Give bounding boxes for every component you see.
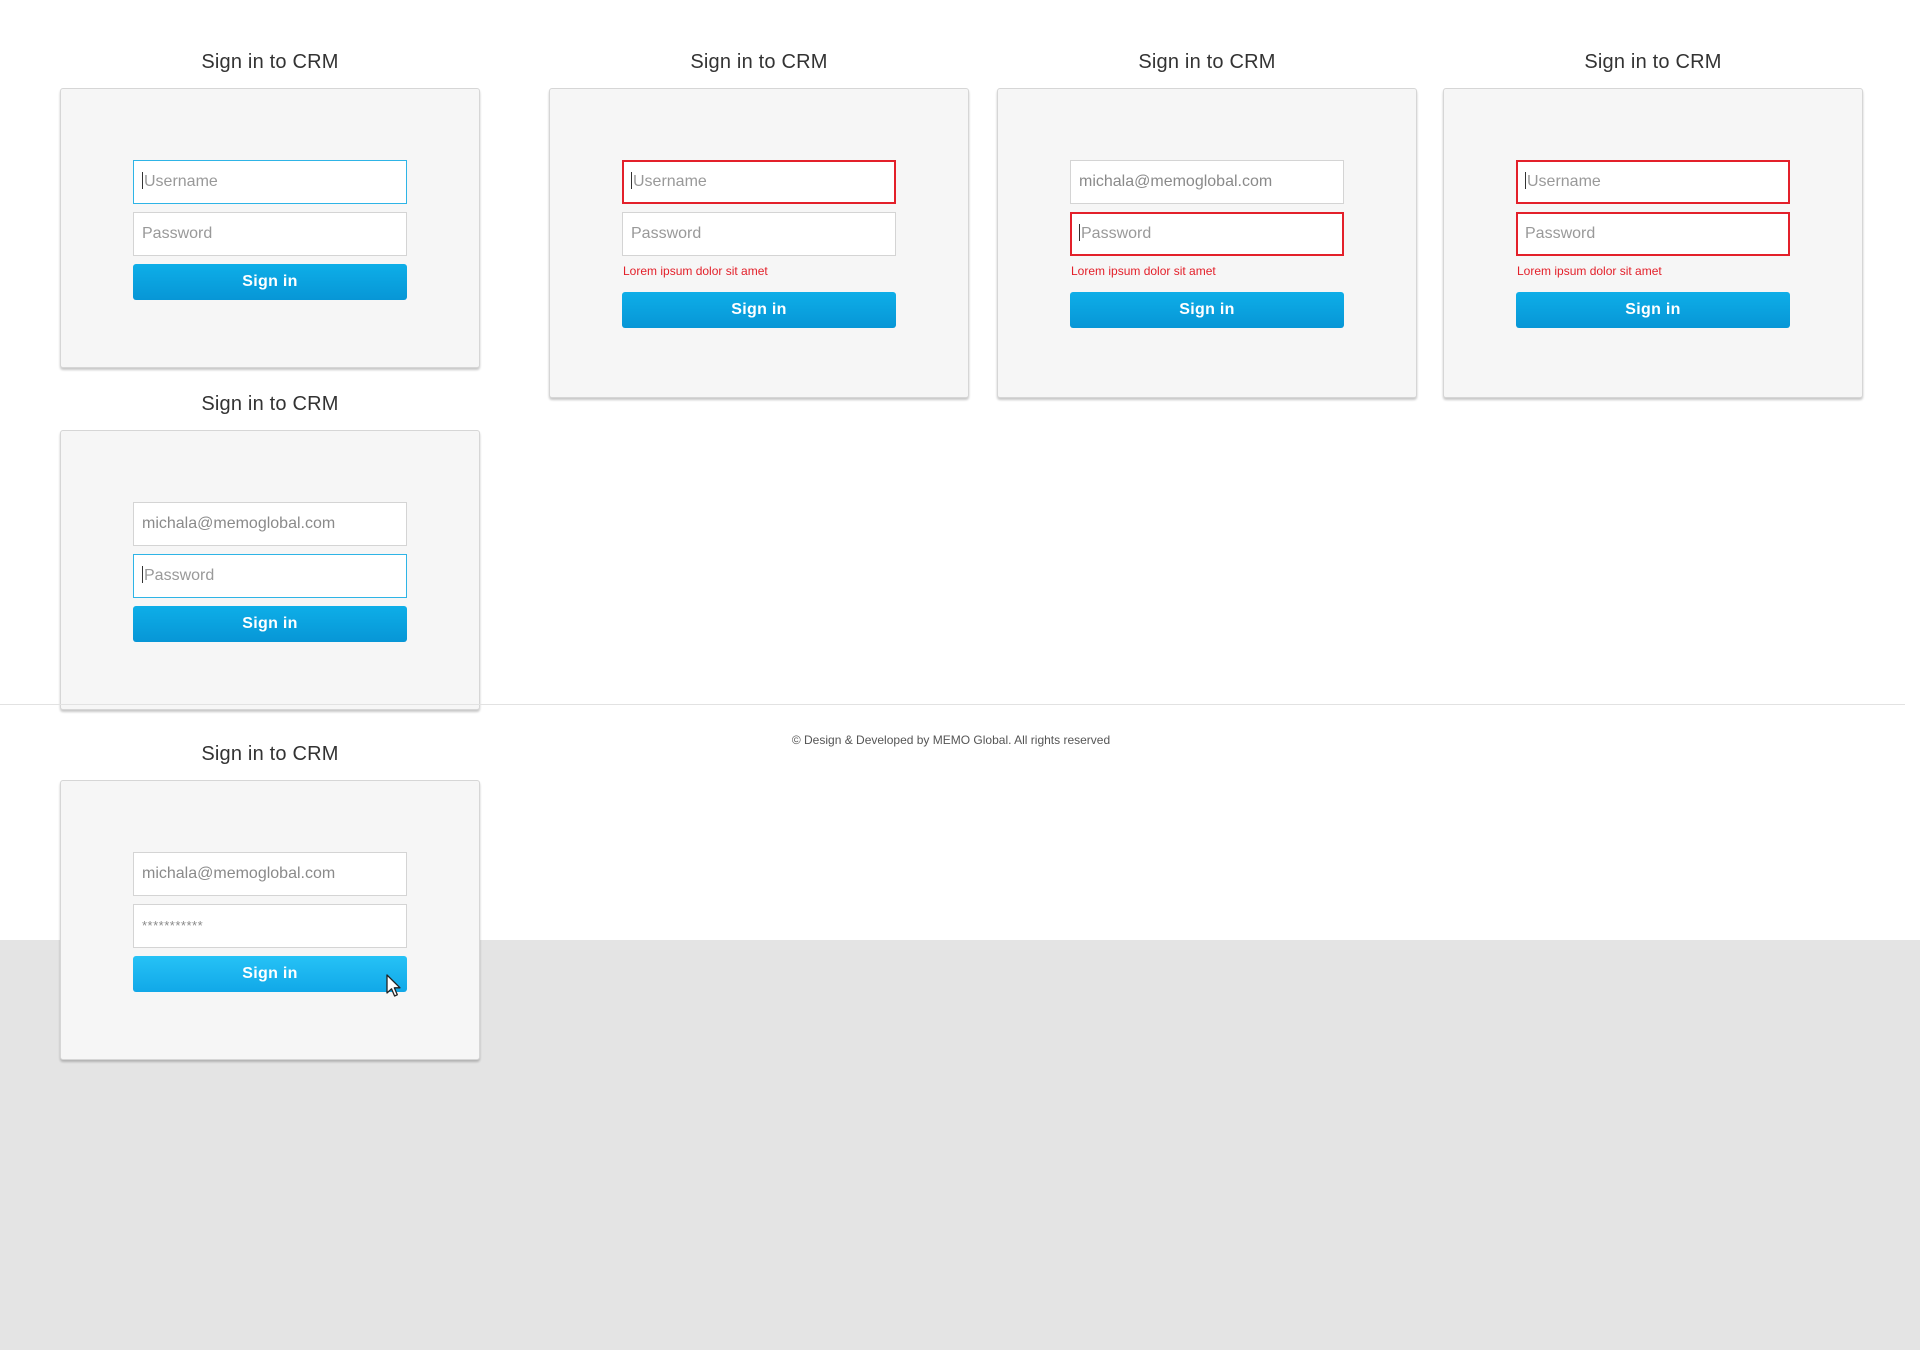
login-panel-1: Sign in to CRM Username Password Sign in — [60, 50, 480, 368]
password-field[interactable]: Password — [133, 212, 407, 256]
login-card: Username Password Sign in — [60, 88, 480, 368]
login-title: Sign in to CRM — [1138, 51, 1276, 73]
login-title: Sign in to CRM — [1584, 51, 1722, 73]
login-title: Sign in to CRM — [690, 51, 828, 73]
username-placeholder: Username — [1527, 173, 1601, 190]
login-panel-6: Sign in to CRM michala@memoglobal.com **… — [60, 742, 480, 1060]
password-field[interactable]: Password — [1070, 212, 1344, 256]
error-message: Lorem ipsum dolor sit amet — [1071, 264, 1216, 278]
username-field[interactable]: michala@memoglobal.com — [133, 502, 407, 546]
text-caret — [1525, 172, 1526, 190]
text-caret — [142, 172, 143, 190]
sign-in-button[interactable]: Sign in — [622, 292, 896, 328]
username-value: michala@memoglobal.com — [142, 865, 336, 882]
login-panel-4: Sign in to CRM Username Password Lorem i… — [1443, 50, 1863, 398]
text-caret — [1079, 224, 1080, 242]
username-value: michala@memoglobal.com — [1079, 173, 1273, 190]
login-card: michala@memoglobal.com Password Lorem ip… — [997, 88, 1417, 398]
login-panel-2: Sign in to CRM Username Password Lorem i… — [549, 50, 969, 398]
login-panel-3: Sign in to CRM michala@memoglobal.com Pa… — [997, 50, 1417, 398]
username-value: michala@memoglobal.com — [142, 515, 336, 532]
password-field[interactable]: Password — [133, 554, 407, 598]
login-title: Sign in to CRM — [201, 743, 339, 765]
mouse-pointer-icon — [386, 974, 401, 997]
username-field[interactable]: Username — [622, 160, 896, 204]
login-title: Sign in to CRM — [201, 51, 339, 73]
sign-in-label: Sign in — [242, 965, 298, 982]
username-field[interactable]: Username — [133, 160, 407, 204]
login-card: michala@memoglobal.com Password Sign in — [60, 430, 480, 710]
sign-in-button[interactable]: Sign in — [133, 606, 407, 642]
footer-divider — [0, 704, 1905, 705]
password-placeholder: Password — [631, 225, 702, 242]
login-card: michala@memoglobal.com *********** Sign … — [60, 780, 480, 1060]
login-title: Sign in to CRM — [201, 393, 339, 415]
password-field[interactable]: Password — [1516, 212, 1790, 256]
password-placeholder: Password — [144, 567, 215, 584]
username-placeholder: Username — [144, 173, 218, 190]
username-placeholder: Username — [633, 173, 707, 190]
login-card: Username Password Lorem ipsum dolor sit … — [549, 88, 969, 398]
sign-in-button[interactable]: Sign in — [1516, 292, 1790, 328]
password-field[interactable]: Password — [622, 212, 896, 256]
text-caret — [142, 566, 143, 584]
password-placeholder: Password — [142, 225, 213, 242]
login-card: Username Password Lorem ipsum dolor sit … — [1443, 88, 1863, 398]
password-placeholder: Password — [1081, 225, 1152, 242]
username-field[interactable]: Username — [1516, 160, 1790, 204]
password-placeholder: Password — [1525, 225, 1596, 242]
username-field[interactable]: michala@memoglobal.com — [1070, 160, 1344, 204]
sign-in-button[interactable]: Sign in — [133, 264, 407, 300]
text-caret — [631, 172, 632, 190]
password-field[interactable]: *********** — [133, 904, 407, 948]
sign-in-button[interactable]: Sign in — [1070, 292, 1344, 328]
login-panel-5: Sign in to CRM michala@memoglobal.com Pa… — [60, 392, 480, 710]
error-message: Lorem ipsum dolor sit amet — [623, 264, 768, 278]
password-masked-value: *********** — [142, 918, 204, 933]
error-message: Lorem ipsum dolor sit amet — [1517, 264, 1662, 278]
username-field[interactable]: michala@memoglobal.com — [133, 852, 407, 896]
sign-in-button[interactable]: Sign in — [133, 956, 407, 997]
